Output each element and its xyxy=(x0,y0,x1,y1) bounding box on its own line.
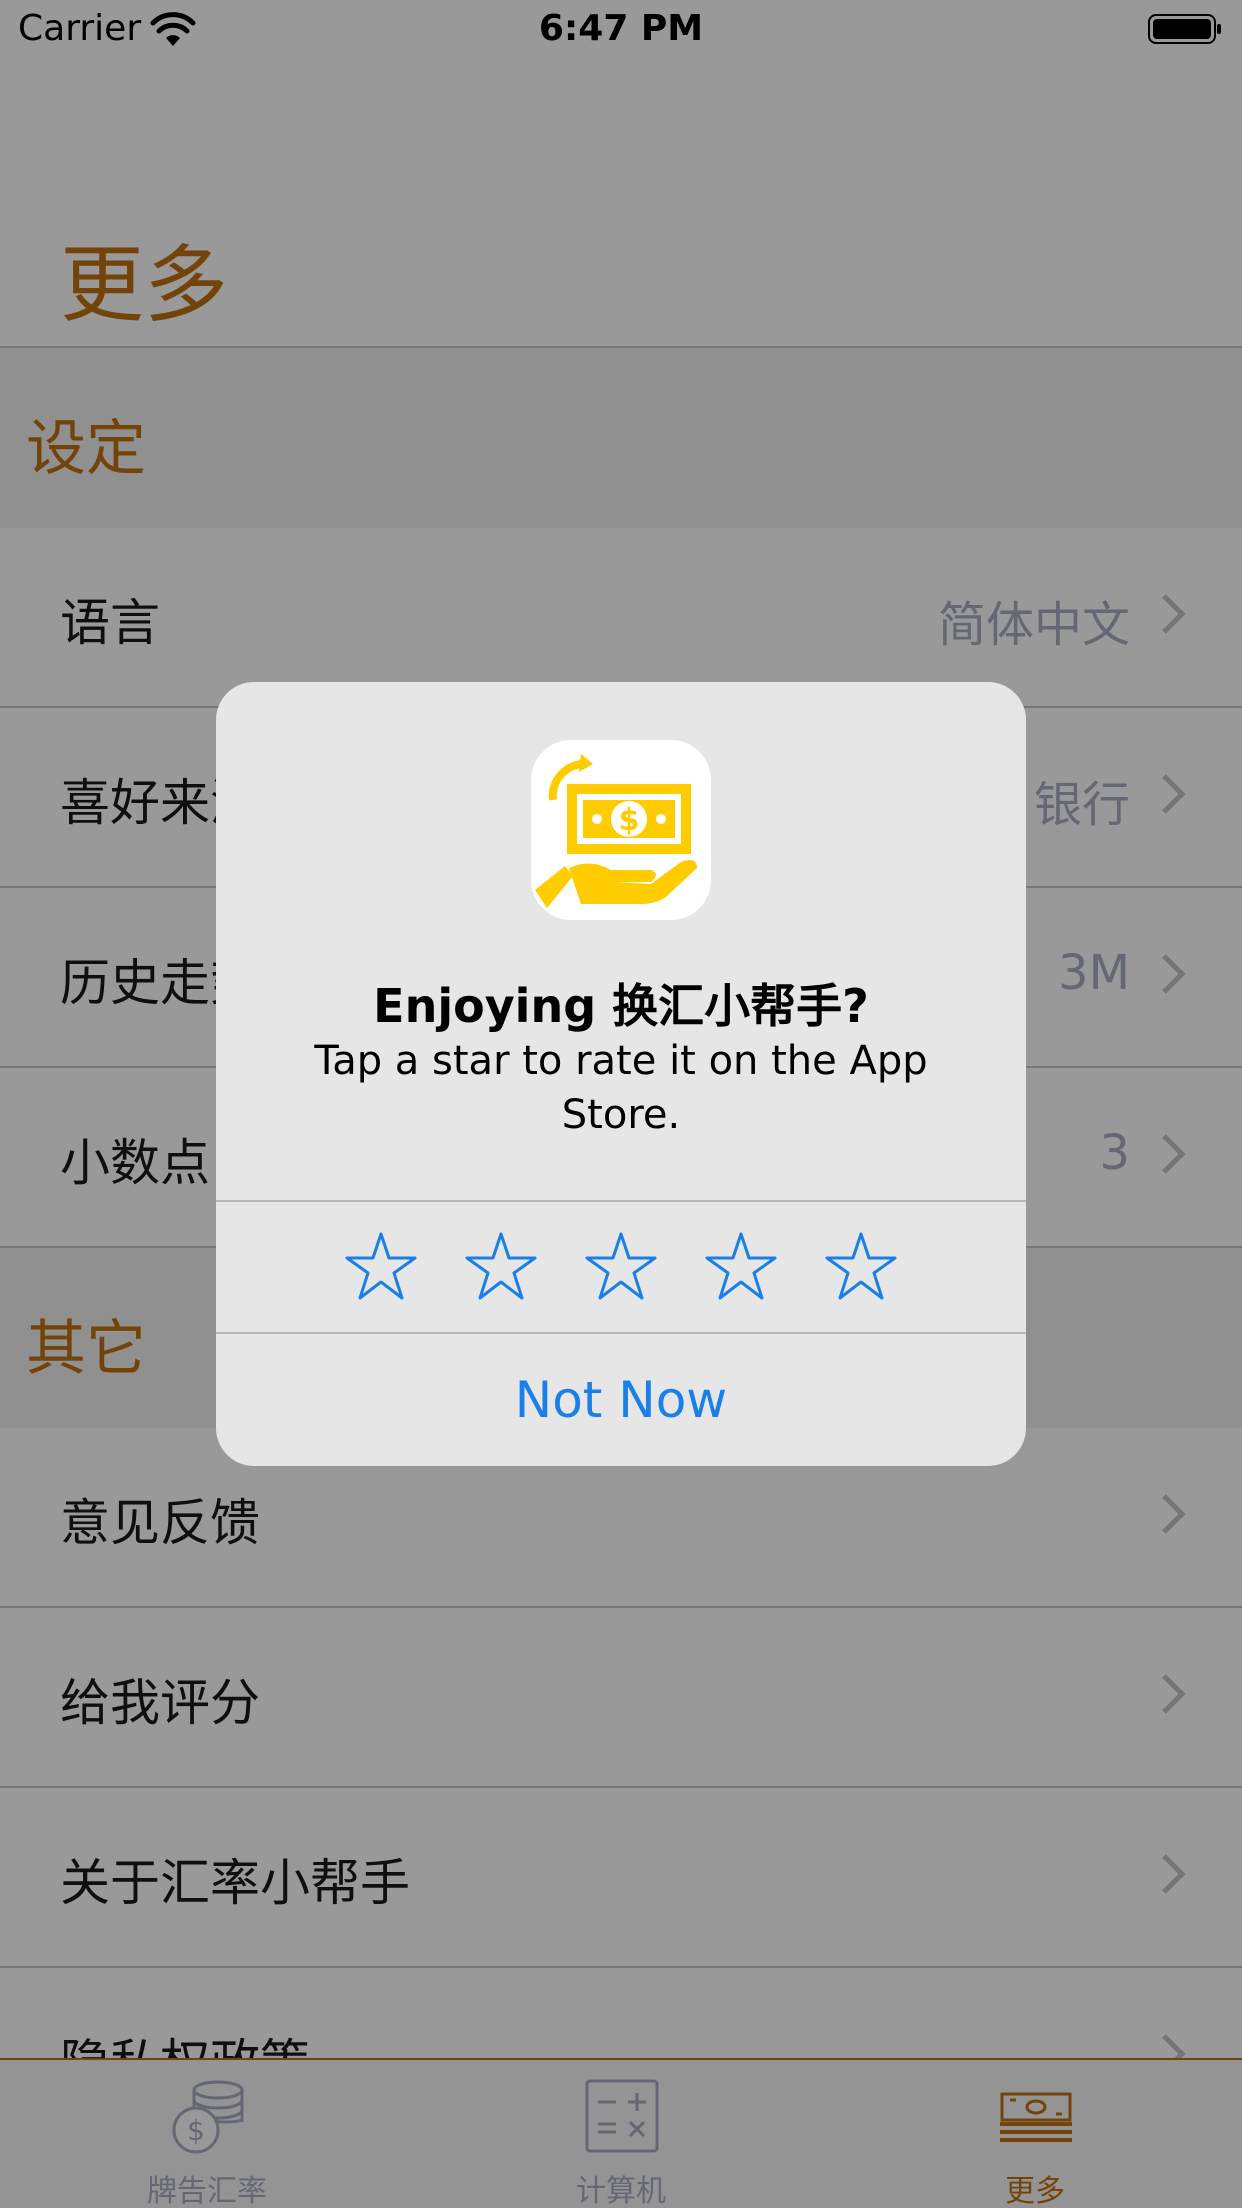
star-1-icon[interactable] xyxy=(345,1230,417,1302)
star-4-icon[interactable] xyxy=(705,1230,777,1302)
alert-title: Enjoying 换汇小帮手? xyxy=(373,979,869,1033)
star-3-icon[interactable] xyxy=(585,1230,657,1302)
svg-text:$: $ xyxy=(619,803,640,838)
more-screen: Carrier 6:47 PM 更多 设定 语言 简体中文 喜好来源 银行 历史… xyxy=(0,0,1242,2209)
star-2-icon[interactable] xyxy=(465,1230,537,1302)
money-hand-icon: $ xyxy=(535,754,697,908)
app-icon: $ xyxy=(531,740,711,920)
alert-message: Tap a star to rate it on the App Store. xyxy=(314,1038,928,1138)
star-5-icon[interactable] xyxy=(825,1230,897,1302)
star-rating xyxy=(216,1202,1026,1332)
not-now-button[interactable]: Not Now xyxy=(216,1334,1026,1466)
rating-alert: $ Enjoying 换汇小帮手? Tap a star to rate it … xyxy=(216,682,1026,1466)
